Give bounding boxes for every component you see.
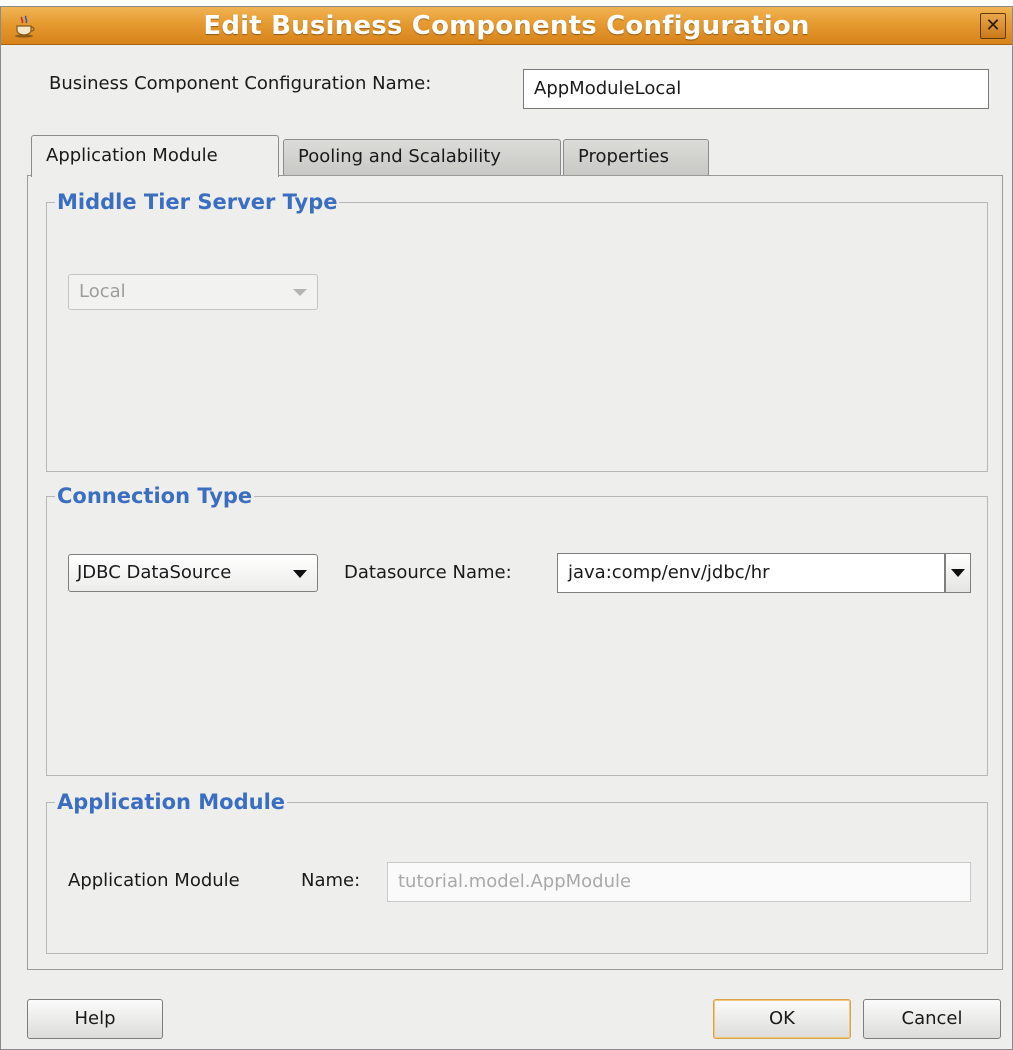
- tab-label: Properties: [578, 146, 669, 167]
- tab-pooling-and-scalability[interactable]: Pooling and Scalability: [283, 139, 561, 175]
- app-module-name-value: tutorial.model.AppModule: [398, 871, 632, 892]
- connection-type-value: JDBC DataSource: [77, 562, 232, 583]
- cancel-button-label: Cancel: [901, 1008, 963, 1029]
- close-button[interactable]: ✕: [980, 13, 1006, 39]
- connection-type-combo[interactable]: JDBC DataSource: [68, 554, 318, 592]
- connection-type-legend: Connection Type: [57, 484, 253, 508]
- config-name-label: Business Component Configuration Name:: [49, 73, 431, 94]
- application-module-legend: Application Module: [57, 790, 286, 814]
- middle-tier-group: Middle Tier Server Type Local: [46, 190, 988, 472]
- close-icon: ✕: [985, 15, 1001, 36]
- config-name-label-text: Business Component Configuration Name:: [49, 73, 432, 94]
- help-button[interactable]: Help: [27, 999, 163, 1039]
- ok-button-label: OK: [769, 1008, 795, 1029]
- ok-button[interactable]: OK: [713, 999, 851, 1039]
- config-name-input[interactable]: AppModuleLocal: [523, 69, 989, 109]
- app-module-label-text: Application Module: [68, 870, 240, 891]
- chevron-down-icon: [951, 569, 965, 577]
- tab-properties[interactable]: Properties: [563, 139, 709, 175]
- cancel-button[interactable]: Cancel: [863, 999, 1001, 1039]
- tab-label: Pooling and Scalability: [298, 146, 501, 167]
- server-type-combo: Local: [68, 274, 318, 310]
- app-module-name-label: Name:: [301, 870, 360, 891]
- server-type-value: Local: [79, 281, 126, 302]
- tab-label: Application Module: [46, 145, 218, 166]
- config-name-value: AppModuleLocal: [534, 78, 682, 99]
- tab-panel: Middle Tier Server Type Local Connection…: [27, 175, 1003, 970]
- datasource-name-label-text: Datasource Name:: [344, 562, 512, 583]
- help-button-label: Help: [74, 1008, 116, 1029]
- clipped-text-above: [0, 0, 1013, 2]
- app-module-name-label-text: Name:: [301, 870, 361, 891]
- datasource-name-value: java:comp/env/jdbc/hr: [568, 562, 770, 583]
- chevron-down-icon: [293, 570, 307, 578]
- window-title: Edit Business Components Configuration: [203, 11, 810, 41]
- tab-application-module[interactable]: Application Module: [31, 135, 279, 177]
- middle-tier-legend: Middle Tier Server Type: [57, 190, 338, 214]
- application-module-group: Application Module Application Module Na…: [46, 790, 988, 954]
- chevron-down-icon: [293, 289, 307, 296]
- datasource-name-label: Datasource Name:: [344, 562, 512, 583]
- title-bar[interactable]: Edit Business Components Configuration ✕: [1, 7, 1012, 45]
- app-module-name-input: tutorial.model.AppModule: [387, 862, 971, 902]
- connection-type-group: Connection Type JDBC DataSource Datasour…: [46, 484, 988, 776]
- datasource-name-input[interactable]: java:comp/env/jdbc/hr: [557, 553, 945, 593]
- dialog-window: Edit Business Components Configuration ✕…: [0, 6, 1013, 1050]
- app-module-label: Application Module: [68, 870, 240, 891]
- datasource-dropdown-button[interactable]: [945, 553, 971, 593]
